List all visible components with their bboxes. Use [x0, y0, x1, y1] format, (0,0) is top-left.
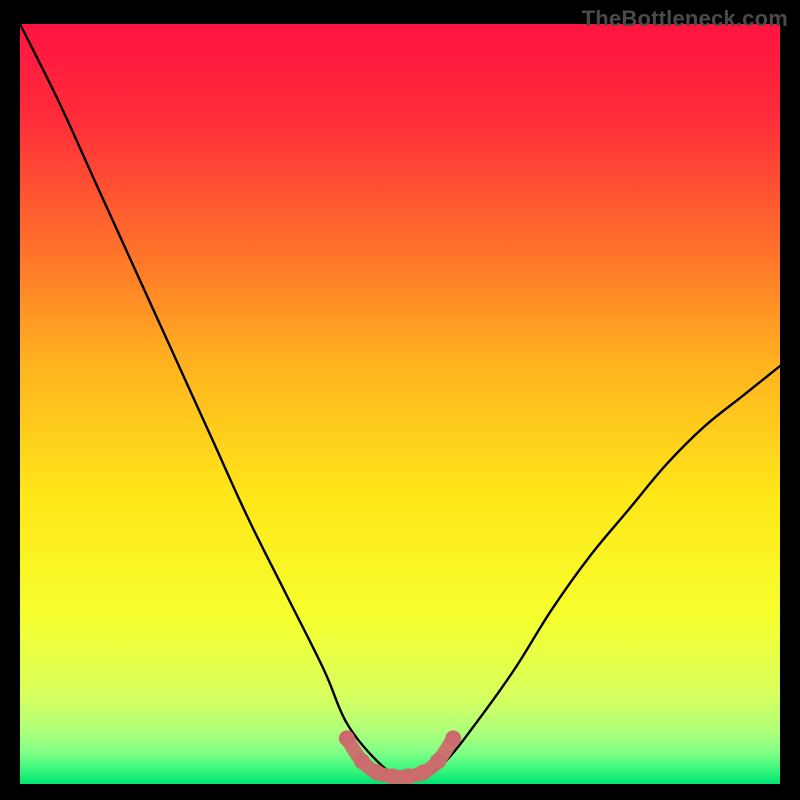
- watermark-text: TheBottleneck.com: [582, 6, 788, 32]
- highlight-dot: [384, 768, 400, 784]
- plot-area: [20, 24, 780, 784]
- highlight-dot: [400, 768, 416, 784]
- chart-frame: TheBottleneck.com: [0, 0, 800, 800]
- highlight-dot: [354, 753, 370, 769]
- highlight-dot: [445, 730, 461, 746]
- highlight-dot: [339, 730, 355, 746]
- gradient-background: [20, 24, 780, 784]
- chart-svg: [20, 24, 780, 784]
- highlight-dot: [430, 753, 446, 769]
- highlight-dot: [369, 765, 385, 781]
- highlight-dot: [415, 765, 431, 781]
